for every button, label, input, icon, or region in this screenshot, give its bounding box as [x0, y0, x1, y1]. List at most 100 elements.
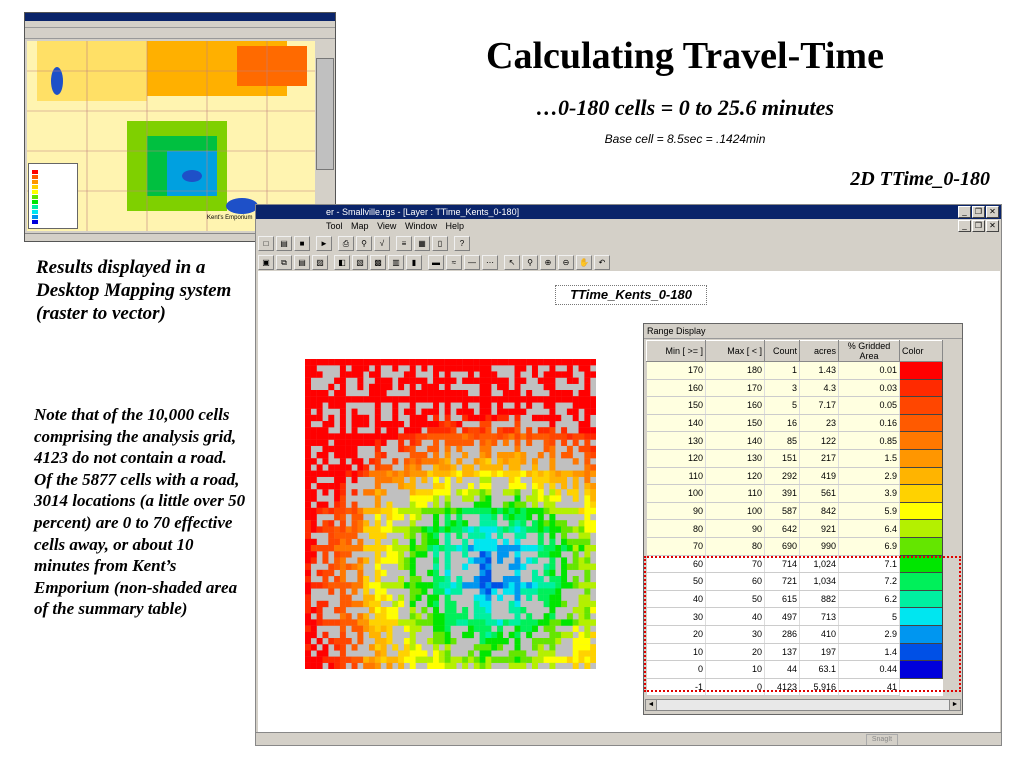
grid-cell: [316, 433, 323, 440]
doc-close-button[interactable]: ✕: [986, 220, 999, 232]
table-row[interactable]: 70 80 690 990 6.9: [646, 536, 943, 556]
image-icon[interactable]: ▨: [312, 254, 328, 270]
find-icon[interactable]: ⚲: [356, 235, 372, 251]
color-swatch[interactable]: [899, 431, 943, 450]
window-icon[interactable]: ▯: [432, 235, 448, 251]
shade-icon[interactable]: ◧: [334, 254, 350, 270]
grid-cell: [450, 433, 457, 440]
grid-cell: [444, 445, 451, 453]
color-swatch[interactable]: [899, 536, 943, 556]
color-swatch[interactable]: [899, 413, 943, 433]
color-swatch[interactable]: [899, 448, 943, 468]
grid-cell: [444, 557, 451, 564]
color-swatch[interactable]: [899, 501, 943, 521]
table-row[interactable]: 100 110 391 561 3.9: [646, 484, 943, 503]
zoom-out-icon[interactable]: ⊖: [558, 254, 574, 270]
close-button[interactable]: ✕: [986, 206, 999, 218]
export-icon[interactable]: ►: [316, 235, 332, 251]
table-row[interactable]: 110 120 292 419 2.9: [646, 466, 943, 486]
help-icon[interactable]: ?: [454, 235, 470, 251]
grid-cell: [520, 396, 527, 403]
print-icon[interactable]: ⎙: [338, 235, 354, 251]
restore-button[interactable]: ❐: [972, 206, 985, 218]
grid-cell: [305, 631, 311, 639]
legend-icon[interactable]: ▮: [406, 254, 422, 270]
grid-cell: [502, 638, 509, 645]
grid-icon[interactable]: ▤: [294, 254, 310, 270]
travel-time-grid[interactable]: [305, 359, 596, 669]
col-color[interactable]: Color: [899, 340, 943, 362]
grid-cell: [473, 644, 480, 651]
grid-cell: [433, 644, 440, 651]
contour-icon[interactable]: ≈: [446, 254, 462, 270]
grid-cell: [467, 359, 474, 366]
color-swatch[interactable]: [899, 484, 943, 503]
menu-tool[interactable]: Tool: [326, 221, 343, 231]
color-swatch[interactable]: [899, 466, 943, 486]
grid-cell: [572, 439, 579, 446]
col-count[interactable]: Count: [764, 340, 800, 362]
horizontal-scrollbar[interactable]: ◄ ►: [645, 699, 961, 711]
surface-icon[interactable]: ▬: [428, 254, 444, 270]
menu-help[interactable]: Help: [445, 221, 464, 231]
layer-props-icon[interactable]: ▣: [258, 254, 274, 270]
pointer-icon[interactable]: ↖: [504, 254, 520, 270]
grid-cell: [491, 582, 498, 589]
map-title[interactable]: TTime_Kents_0-180: [555, 285, 707, 305]
table-row[interactable]: 160 170 3 4.3 0.03: [646, 378, 943, 398]
grid-cell: [526, 631, 533, 639]
grid-cell: [305, 594, 311, 601]
col-min[interactable]: Min [ >= ]: [646, 340, 706, 362]
table-row[interactable]: 120 130 151 217 1.5: [646, 448, 943, 468]
grid-cell: [380, 359, 387, 366]
grid-cell: [497, 582, 504, 589]
grid-cell: [508, 662, 515, 669]
menu-window[interactable]: Window: [405, 221, 437, 231]
col-pct-area[interactable]: % Gridded Area: [838, 340, 900, 362]
new-icon[interactable]: □: [258, 235, 274, 251]
color-swatch[interactable]: [899, 378, 943, 398]
line-icon[interactable]: —: [464, 254, 480, 270]
table-row[interactable]: 150 160 5 7.17 0.05: [646, 396, 943, 415]
table-row[interactable]: 170 180 1 1.43 0.01: [646, 361, 943, 380]
menu-map[interactable]: Map: [351, 221, 369, 231]
grid-cell: [502, 470, 509, 477]
grid-cell: [514, 421, 521, 428]
zoom-in-icon[interactable]: ⊕: [540, 254, 556, 270]
color-swatch[interactable]: [899, 396, 943, 415]
table-row[interactable]: 80 90 642 921 6.4: [646, 519, 943, 538]
table-icon[interactable]: ▦: [414, 235, 430, 251]
menu-view[interactable]: View: [377, 221, 396, 231]
scroll-right-icon[interactable]: ►: [949, 700, 960, 710]
table-row[interactable]: 140 150 16 23 0.16: [646, 413, 943, 433]
col-max[interactable]: Max [ < ]: [705, 340, 765, 362]
col-acres[interactable]: acres: [799, 340, 839, 362]
doc-restore-button[interactable]: ❐: [972, 220, 985, 232]
grid-cell: [345, 526, 352, 533]
table-row[interactable]: 130 140 85 122 0.85: [646, 431, 943, 450]
minimize-button[interactable]: _: [958, 206, 971, 218]
layers-icon[interactable]: ≡: [396, 235, 412, 251]
copy-icon[interactable]: ⧉: [276, 254, 292, 270]
zoom-icon[interactable]: ⚲: [522, 254, 538, 270]
formula-icon[interactable]: √: [374, 235, 390, 251]
save-icon[interactable]: ■: [294, 235, 310, 251]
grid-cell: [398, 619, 405, 626]
dimension-icon[interactable]: ⋯: [482, 254, 498, 270]
chart-icon[interactable]: ▥: [388, 254, 404, 270]
map-view[interactable]: TTime_Kents_0-180 Range Display Min [ >=…: [258, 271, 1000, 737]
pan-icon[interactable]: ✋: [576, 254, 592, 270]
open-icon[interactable]: ▤: [276, 235, 292, 251]
color-swatch[interactable]: [899, 519, 943, 538]
table-row[interactable]: 90 100 587 842 5.9: [646, 501, 943, 521]
scroll-left-icon[interactable]: ◄: [646, 700, 657, 710]
raster-icon[interactable]: ▩: [370, 254, 386, 270]
doc-minimize-button[interactable]: _: [958, 220, 971, 232]
hatch-icon[interactable]: ▧: [352, 254, 368, 270]
color-swatch[interactable]: [899, 361, 943, 380]
grid-cell: [409, 483, 416, 490]
undo-icon[interactable]: ↶: [594, 254, 610, 270]
grid-cell: [403, 445, 410, 453]
grid-cell: [403, 625, 410, 632]
grid-cell: [363, 421, 370, 428]
